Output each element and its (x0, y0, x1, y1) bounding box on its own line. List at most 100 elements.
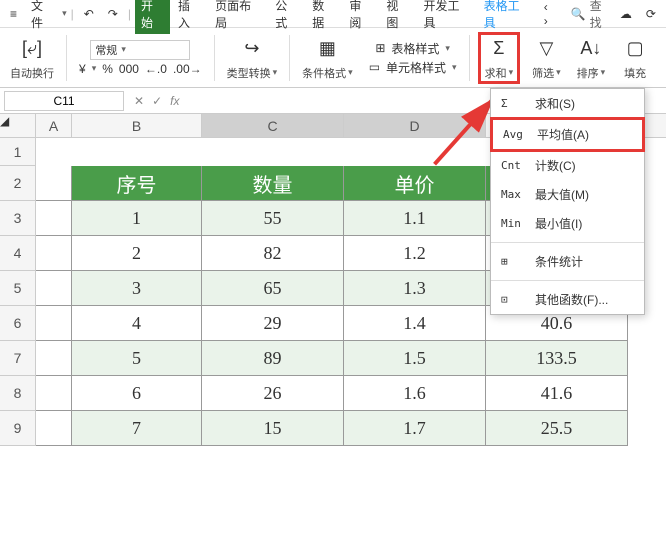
fx-icon[interactable]: fx (170, 94, 179, 108)
tab-view[interactable]: 视图 (380, 0, 415, 34)
cell[interactable]: 1.5 (344, 341, 486, 376)
cell[interactable]: 55 (202, 201, 344, 236)
sync-icon[interactable]: ⟳ (640, 4, 662, 24)
condfmt-group[interactable]: ▦ 条件格式▾ (298, 35, 357, 81)
cell[interactable]: 41.6 (486, 376, 628, 411)
cell[interactable]: 1.3 (344, 271, 486, 306)
menu-min[interactable]: Min 最小值(I) (491, 209, 644, 238)
table-header[interactable]: 数量 (202, 166, 344, 201)
menu-average[interactable]: Avg 平均值(A) (490, 117, 645, 152)
cell[interactable]: 3 (72, 271, 202, 306)
decimal-inc-icon[interactable]: ←.0 (145, 62, 167, 76)
cell[interactable]: 1.6 (344, 376, 486, 411)
separator (289, 35, 290, 81)
menu-sum[interactable]: Σ 求和(S) (491, 89, 644, 118)
table-header[interactable]: 单价 (344, 166, 486, 201)
separator (469, 35, 470, 81)
tab-pagelayout[interactable]: 页面布局 (209, 0, 267, 34)
sort-group[interactable]: A↓ 排序▾ (573, 35, 610, 81)
cell[interactable]: 65 (202, 271, 344, 306)
cell[interactable]: 7 (72, 411, 202, 446)
autowrap-label: 自动换行 (10, 65, 54, 81)
hamburger-icon[interactable]: ≡ (4, 4, 23, 24)
cell[interactable]: 15 (202, 411, 344, 446)
cell[interactable]: 1.7 (344, 411, 486, 446)
menu-max[interactable]: Max 最大值(M) (491, 180, 644, 209)
cell[interactable]: 89 (202, 341, 344, 376)
currency-icon[interactable]: ¥ (79, 62, 86, 76)
cellstyle-icon: ▭ (369, 60, 380, 74)
col-header-b[interactable]: B (72, 114, 202, 137)
decimal-dec-icon[interactable]: .00→ (173, 62, 202, 76)
cell[interactable]: 1 (72, 201, 202, 236)
tab-tabletools[interactable]: 表格工具 (478, 0, 536, 34)
row-header[interactable]: 6 (0, 306, 36, 341)
format-dropdown[interactable]: 常规 ▾ (90, 40, 190, 60)
cell[interactable] (36, 166, 72, 201)
cell[interactable] (36, 376, 72, 411)
tab-devtools[interactable]: 开发工具 (417, 0, 475, 34)
tab-start[interactable]: 开始 (135, 0, 170, 34)
cell[interactable]: 29 (202, 306, 344, 341)
cell[interactable] (72, 138, 202, 166)
row-header[interactable]: 9 (0, 411, 36, 446)
cell[interactable]: 26 (202, 376, 344, 411)
cell[interactable]: 4 (72, 306, 202, 341)
cell[interactable]: 2 (72, 236, 202, 271)
cell[interactable] (202, 138, 344, 166)
cell[interactable]: 1.1 (344, 201, 486, 236)
tab-formula[interactable]: 公式 (269, 0, 304, 34)
undo-icon[interactable]: ↶ (78, 4, 100, 24)
redo-icon[interactable]: ↷ (102, 4, 124, 24)
name-box[interactable] (4, 91, 124, 111)
file-menu[interactable]: 文件 (25, 0, 60, 34)
row-header[interactable]: 3 (0, 201, 36, 236)
tab-review[interactable]: 审阅 (343, 0, 378, 34)
cell[interactable]: 6 (72, 376, 202, 411)
fill-label: 填充 (624, 65, 646, 81)
tablestyle-group[interactable]: ⊞表格样式▾ ▭单元格样式▾ (365, 40, 461, 76)
cell[interactable] (36, 138, 72, 166)
fx-accept-icon[interactable]: ✓ (152, 94, 162, 108)
col-header-c[interactable]: C (202, 114, 344, 137)
typeconv-group[interactable]: ↪ 类型转换▾ (223, 35, 282, 81)
menu-count[interactable]: Cnt 计数(C) (491, 151, 644, 180)
cell[interactable]: 5 (72, 341, 202, 376)
cell[interactable]: 1.2 (344, 236, 486, 271)
menu-other-functions[interactable]: ⊡ 其他函数(F)... (491, 285, 644, 314)
tablestyle-icon: ⊞ (375, 41, 385, 55)
col-header-a[interactable]: A (36, 114, 72, 137)
cell[interactable]: 133.5 (486, 341, 628, 376)
cell[interactable] (36, 236, 72, 271)
cloud-icon[interactable]: ☁ (614, 4, 638, 24)
row-header[interactable]: 5 (0, 271, 36, 306)
fx-cancel-icon[interactable]: ✕ (134, 94, 144, 108)
cell[interactable]: 1.4 (344, 306, 486, 341)
sum-group[interactable]: Σ 求和▾ (478, 32, 521, 84)
cell[interactable] (36, 201, 72, 236)
cell[interactable] (36, 271, 72, 306)
comma-icon[interactable]: 000 (119, 62, 139, 76)
row-header[interactable]: 7 (0, 341, 36, 376)
table-header[interactable]: 序号 (72, 166, 202, 201)
autowrap-group[interactable]: [⤶] 自动换行 (6, 35, 58, 81)
more-icon[interactable]: ‹ › (538, 0, 561, 31)
menu-conditional[interactable]: ⊞ 条件统计 (491, 247, 644, 276)
row-header[interactable]: 8 (0, 376, 36, 411)
cell[interactable]: 25.5 (486, 411, 628, 446)
search-box[interactable]: 🔍 查找 (571, 0, 612, 31)
separator: | (71, 7, 74, 21)
percent-icon[interactable]: % (102, 62, 113, 76)
row-header[interactable]: 2 (0, 166, 36, 201)
row-header[interactable]: 4 (0, 236, 36, 271)
filter-group[interactable]: ▽ 筛选▾ (528, 35, 565, 81)
tab-data[interactable]: 数据 (306, 0, 341, 34)
cell[interactable]: 82 (202, 236, 344, 271)
fill-group[interactable]: ▢ 填充 (617, 35, 653, 81)
select-all-corner[interactable]: ◢ (0, 114, 36, 137)
row-header[interactable]: 1 (0, 138, 36, 166)
tab-insert[interactable]: 插入 (172, 0, 207, 34)
cell[interactable] (36, 411, 72, 446)
cell[interactable] (36, 306, 72, 341)
cell[interactable] (36, 341, 72, 376)
